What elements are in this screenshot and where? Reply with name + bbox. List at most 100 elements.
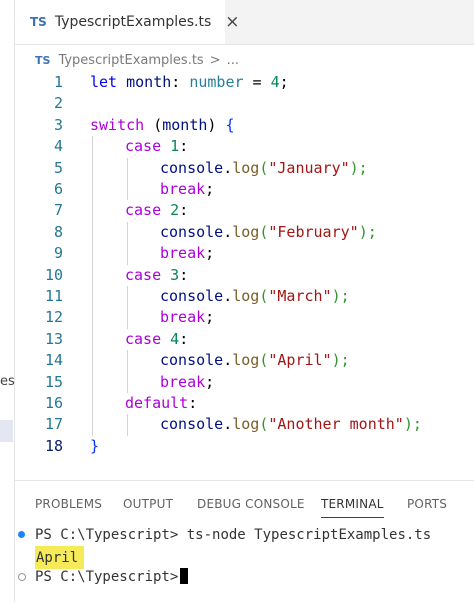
line-number: 11 [44,287,63,305]
object-name: console [160,287,224,305]
object-name: console [160,222,224,241]
keyword: case [125,265,162,284]
command-status-dot-icon [18,531,25,538]
line-number: 9 [53,244,63,263]
code-line: 12 break; [15,307,474,329]
editor-tab-bar: TS TypescriptExamples.ts × [15,0,474,45]
keyword: switch [90,115,145,134]
line-number: 17 [44,415,63,434]
punctuation: ; [279,73,289,91]
function-name: log [232,222,260,241]
tab-problems[interactable]: PROBLEMS [35,497,102,511]
keyword: break [160,180,206,198]
close-icon[interactable]: × [225,12,239,32]
operator: = [243,73,271,91]
string-literal: "March" [268,287,332,305]
code-line: 11 console.log("March"); [15,286,474,308]
line-number: 5 [53,158,63,177]
terminal-line: PS C:\Typescript> ts-node TypescriptExam… [35,524,431,546]
string-literal: "Another month" [268,415,404,434]
keyword: let [90,73,118,91]
variable-name: month [162,115,208,134]
code-line: 18 } [15,436,474,457]
breadcrumb-more[interactable]: ... [227,53,239,68]
punctuation: : [179,201,189,220]
code-line: 3 switch (month) { [15,115,474,136]
line-number: 16 [44,394,63,412]
code-line: 10 case 3: [15,264,474,286]
code-line: 2 [15,93,474,114]
number-literal: 1 [170,137,180,156]
number-literal: 4 [270,73,280,91]
keyword: break [160,244,206,263]
line-number: 2 [53,94,63,113]
keyword: case [125,329,162,348]
punctuation: ); [331,287,350,305]
punctuation: : [188,394,198,412]
sidebar-edge: es [0,0,15,602]
terminal-prompt: PS C:\Typescript> [35,569,179,585]
brace: { [225,115,235,134]
keyword: break [160,308,206,327]
number-literal: 4 [170,329,180,348]
terminal-command: ts-node TypescriptExamples.ts [178,527,432,543]
keyword: break [160,372,206,391]
code-line: 13 case 4: [15,328,474,351]
type-name: number [189,73,244,91]
line-number: 10 [44,265,63,284]
code-line: 8 console.log("February"); [15,221,474,244]
punctuation: ; [205,372,215,391]
terminal-prompt: PS C:\Typescript> [35,527,179,543]
terminal-cursor [180,568,189,584]
punctuation: ( [144,115,163,134]
line-number: 13 [44,329,63,348]
punctuation: ); [349,158,368,177]
tab-debug-console[interactable]: DEBUG CONSOLE [197,497,305,511]
line-number: 8 [53,222,63,241]
brace: } [90,436,100,455]
line-number: 14 [44,351,63,370]
tab-filename: TypescriptExamples.ts [54,14,212,30]
code-line: 16 default: [15,393,474,415]
function-name: log [232,415,260,434]
sidebar-selected-item[interactable] [0,420,13,442]
bottom-panel: PROBLEMS OUTPUT DEBUG CONSOLE TERMINAL P… [15,480,474,603]
punctuation: ); [358,222,377,241]
tab-terminal[interactable]: TERMINAL [321,497,384,518]
line-number: 3 [53,115,63,134]
punctuation: ); [403,415,422,434]
code-line: 15 break; [15,371,474,393]
editor-tab[interactable]: TS TypescriptExamples.ts × [15,0,240,44]
line-number: 4 [53,137,63,156]
number-literal: 2 [170,201,180,220]
code-line: 14 console.log("April"); [15,350,474,372]
punctuation: . [223,158,233,177]
code-line: 4 case 1: [15,136,474,158]
line-number: 1 [53,73,63,91]
code-line: 17 console.log("Another month"); [15,414,474,436]
string-literal: "April" [268,351,332,370]
tab-ports[interactable]: PORTS [407,497,447,511]
code-line: 1 let month: number = 4; [15,72,474,93]
punctuation: ; [205,244,215,263]
breadcrumb: TS TypescriptExamples.ts > ... [15,50,239,70]
function-name: log [232,287,260,305]
string-literal: "January" [268,158,350,177]
object-name: console [160,415,224,434]
code-editor[interactable]: 1 let month: number = 4; 2 3 switch (mon… [15,72,474,466]
variable-name: month [126,73,172,91]
line-number: 12 [44,308,63,327]
punctuation: : [179,329,189,348]
number-literal: 3 [170,265,180,284]
code-line: 7 case 2: [15,200,474,222]
punctuation: ) [207,115,226,134]
tab-output[interactable]: OUTPUT [123,497,173,511]
breadcrumb-file[interactable]: TypescriptExamples.ts [58,53,203,68]
punctuation: : [179,265,189,284]
punctuation: . [223,351,233,370]
line-number: 7 [53,201,63,220]
code-line: 9 break; [15,243,474,265]
chevron-right-icon: > [209,52,221,68]
punctuation: : [171,73,190,91]
line-number-active: 18 [44,436,63,455]
